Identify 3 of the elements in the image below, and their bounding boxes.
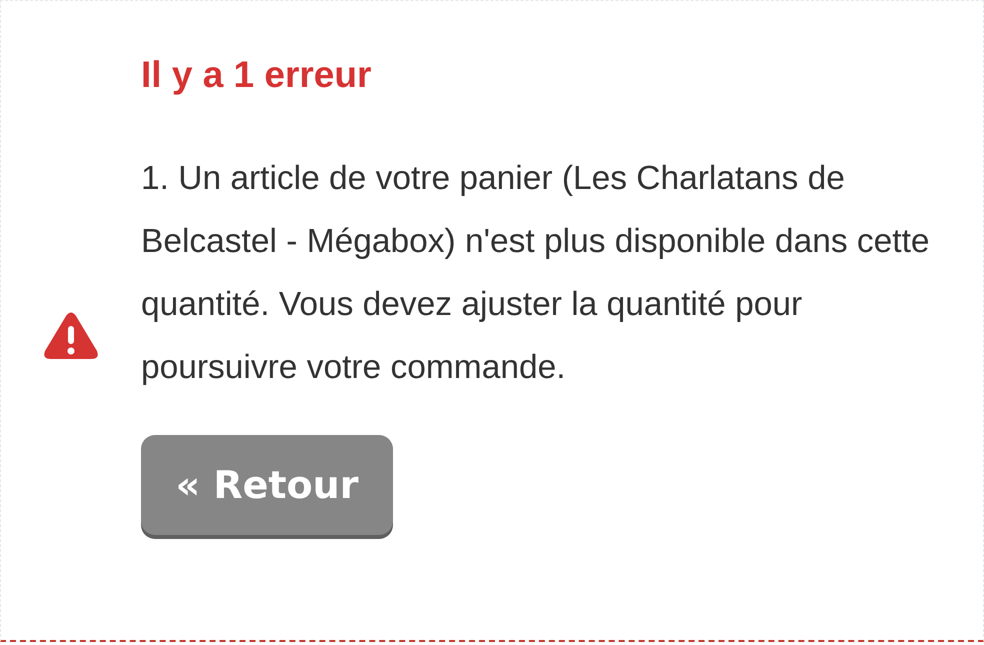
back-button[interactable]: « Retour: [141, 435, 393, 536]
error-message: 1. Un article de votre panier (Les Charlatans de Belcastel - Mégabox) n'est plus disponible dans cette quantité. Vous devez ajuster la quantité pour poursuivre votre commande.: [141, 159, 931, 388]
error-heading: Il y a 1 erreur: [141, 53, 372, 97]
